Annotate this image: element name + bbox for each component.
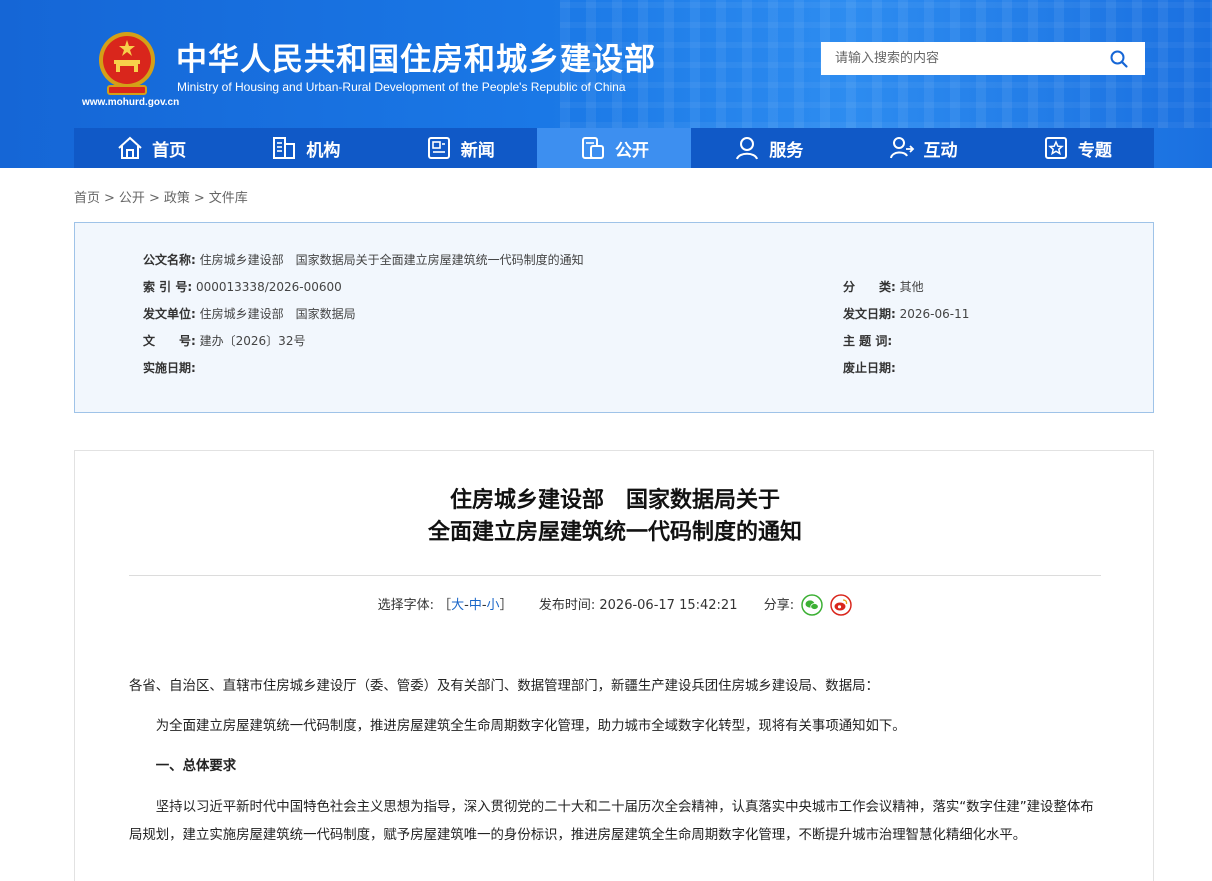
search-input[interactable] <box>821 43 1101 74</box>
body-paragraph: 坚持以习近平新时代中国特色社会主义思想为指导，深入贯彻党的二十大和二十届历次全会… <box>129 800 1094 843</box>
nav-label: 首页 <box>152 140 187 161</box>
article: 住房城乡建设部 国家数据局关于 全面建立房屋建筑统一代码制度的通知 选择字体: … <box>74 450 1154 881</box>
nav-item-news[interactable]: 新闻 <box>383 128 537 168</box>
article-meta: 选择字体: ［大-中-小］ 发布时间: 2026-06-17 15:42:21 … <box>75 593 1155 617</box>
nav-item-interaction[interactable]: 互动 <box>845 128 999 168</box>
info-label: 发文单位: <box>143 307 196 321</box>
info-index: 索 引 号: 000013338/2026-00600 <box>143 278 342 295</box>
info-keywords: 主 题 词: <box>843 332 892 349</box>
breadcrumb-policy[interactable]: 政策 <box>164 191 190 206</box>
breadcrumb-separator: > <box>193 191 205 206</box>
share-label: 分享: <box>763 598 795 613</box>
main-nav: 首页 机构 新闻 公开 服务 互动 专题 <box>74 128 1154 168</box>
info-doc-number: 文 号: 建办〔2026〕32号 <box>143 332 305 349</box>
font-size-selector: ［大-中-小］ <box>438 598 512 613</box>
info-value: 住房城乡建设部 国家数据局 <box>199 307 356 321</box>
breadcrumb-separator: > <box>104 191 115 206</box>
weibo-share-icon[interactable] <box>830 593 853 616</box>
article-title-line-1: 住房城乡建设部 国家数据局关于 <box>449 488 780 513</box>
info-label: 公文名称: <box>143 253 196 267</box>
wechat-share-icon[interactable] <box>801 593 824 616</box>
nav-item-home[interactable]: 首页 <box>74 128 228 168</box>
title-divider <box>129 575 1101 576</box>
nav-label: 公开 <box>614 140 649 161</box>
interact-person-icon <box>889 137 914 159</box>
star-icon <box>1044 137 1067 159</box>
info-issue-date: 发文日期: 2026-06-11 <box>843 305 969 322</box>
search-box <box>821 42 1145 75</box>
site-title[interactable]: 中华人民共和国住房和城乡建设部 <box>176 34 656 79</box>
nav-item-topics[interactable]: 专题 <box>1000 128 1154 168</box>
info-label: 废止日期: <box>843 361 896 375</box>
nav-item-public[interactable]: 公开 <box>536 128 692 168</box>
info-value: 住房城乡建设部 国家数据局关于全面建立房屋建筑统一代码制度的通知 <box>199 253 584 267</box>
bracket-close: ］ <box>499 598 513 613</box>
breadcrumb-home[interactable]: 首页 <box>74 191 100 206</box>
addressee-paragraph: 各省、自治区、直辖市住房城乡建设厅（委、管委）及有关部门、数据管理部门，新疆生产… <box>129 679 879 694</box>
nav-label: 新闻 <box>460 140 495 161</box>
article-title-line-2: 全面建立房屋建筑统一代码制度的通知 <box>427 520 802 545</box>
font-small-link[interactable]: 小 <box>487 598 500 613</box>
info-label: 文 号: <box>143 334 196 348</box>
info-repeal-date: 废止日期: <box>843 359 896 376</box>
nav-item-services[interactable]: 服务 <box>691 128 845 168</box>
breadcrumb-public[interactable]: 公开 <box>119 191 145 206</box>
site-subtitle: Ministry of Housing and Urban-Rural Deve… <box>177 80 626 94</box>
info-label: 索 引 号: <box>143 280 193 294</box>
breadcrumb-library[interactable]: 文件库 <box>209 191 248 206</box>
nav-label: 互动 <box>923 140 958 161</box>
document-info-box: 公文名称: 住房城乡建设部 国家数据局关于全面建立房屋建筑统一代码制度的通知 索… <box>74 222 1154 413</box>
info-doc-name: 公文名称: 住房城乡建设部 国家数据局关于全面建立房屋建筑统一代码制度的通知 <box>143 251 584 268</box>
nav-label: 专题 <box>1077 140 1112 161</box>
section-heading: 一、总体要求 <box>155 759 237 774</box>
document-icon <box>581 137 604 159</box>
publish-label: 发布时间: <box>538 598 596 613</box>
info-label: 分 类: <box>843 280 896 294</box>
bracket-open: ［ <box>438 598 452 613</box>
font-large-link[interactable]: 大 <box>451 598 464 613</box>
home-icon <box>118 136 142 159</box>
info-label: 主 题 词: <box>843 334 893 348</box>
info-effective-date: 实施日期: <box>143 359 196 376</box>
nav-label: 机构 <box>306 140 341 161</box>
info-category: 分 类: 其他 <box>843 278 924 295</box>
nav-label: 服务 <box>769 140 804 161</box>
nav-item-institutions[interactable]: 机构 <box>228 128 382 168</box>
info-label: 发文日期: <box>843 307 896 321</box>
site-url: www.mohurd.gov.cn <box>82 97 180 108</box>
font-select-label: 选择字体: <box>377 598 434 613</box>
info-value: 2026-06-11 <box>899 307 970 321</box>
font-medium-link[interactable]: 中 <box>469 598 482 613</box>
info-value: 000013338/2026-00600 <box>195 280 342 294</box>
breadcrumb: 首页 > 公开 > 政策 > 文件库 <box>74 187 248 206</box>
service-person-icon <box>736 137 759 160</box>
info-label: 实施日期: <box>143 361 196 375</box>
info-value: 其他 <box>899 280 924 294</box>
publish-time: 2026-06-17 15:42:21 <box>599 598 738 613</box>
search-icon[interactable] <box>1109 49 1129 69</box>
newspaper-icon <box>427 137 450 159</box>
breadcrumb-separator: > <box>148 191 160 206</box>
intro-paragraph: 为全面建立房屋建筑统一代码制度，推进房屋建筑全生命周期数字化管理，助力城市全域数… <box>155 719 906 734</box>
national-emblem-icon <box>99 32 155 95</box>
info-value: 建办〔2026〕32号 <box>199 334 306 348</box>
building-icon <box>273 137 296 159</box>
info-issuer: 发文单位: 住房城乡建设部 国家数据局 <box>143 305 356 322</box>
